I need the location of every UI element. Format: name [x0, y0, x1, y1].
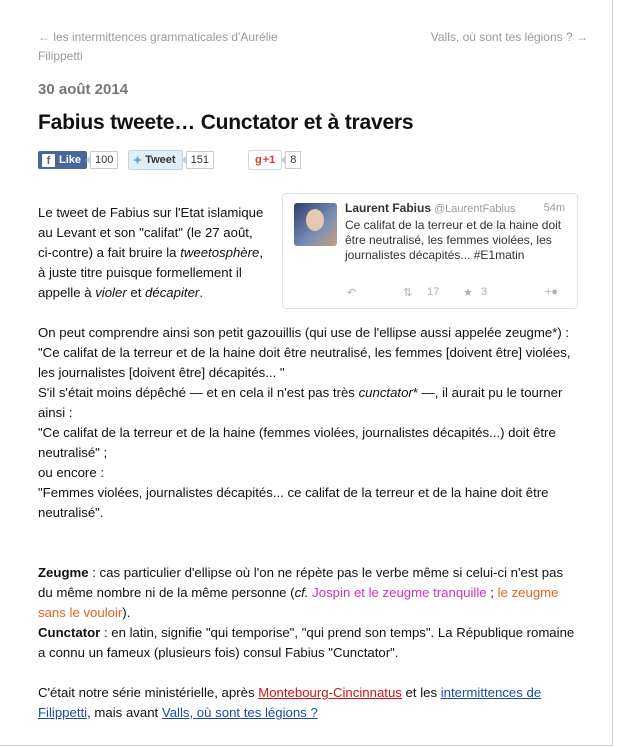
- text-italic: violer: [95, 285, 127, 300]
- paragraph-analysis: On peut comprendre ainsi son petit gazou…: [38, 323, 578, 523]
- facebook-count: 100: [85, 151, 119, 169]
- paragraph-series: C'était notre série ministérielle, après…: [38, 683, 578, 723]
- text: ).: [122, 605, 131, 620]
- favorite-count: 3: [481, 286, 488, 298]
- text: et: [126, 285, 146, 300]
- googleplus-button[interactable]: g +1: [248, 150, 283, 170]
- tweet-author-name: Laurent Fabius: [345, 201, 432, 215]
- post-date: 30 août 2014: [38, 81, 129, 98]
- googleplus-label: +1: [262, 154, 276, 166]
- text: : en latin, signifie "qui temporise", "q…: [38, 625, 575, 660]
- paragraph-definitions: Zeugme : cas particulier d'ellipse où l'…: [38, 563, 578, 663]
- avatar: [294, 203, 337, 246]
- text-italic: cf.: [294, 585, 309, 600]
- twitter-share[interactable]: ✦ Tweet 151: [128, 150, 214, 170]
- reply-icon[interactable]: ↶: [347, 286, 356, 299]
- link-montebourg[interactable]: Montebourg-Cincinnatus: [258, 685, 402, 700]
- prev-post-link[interactable]: ← les intermittences grammaticales d'Aur…: [38, 28, 308, 66]
- tweet-label: Tweet: [145, 154, 176, 166]
- text-italic: décapiter: [145, 285, 200, 300]
- quote: "Ce califat de la terreur et de la haine…: [38, 425, 556, 460]
- text: , mais avant: [87, 705, 162, 720]
- next-post-label: Valls, où sont tes légions ?: [430, 30, 573, 44]
- retweet-icon[interactable]: ⇅: [403, 286, 412, 299]
- googleplus-count: 8: [281, 151, 302, 169]
- tweet-author-handle: @LaurentFabius: [434, 203, 516, 215]
- text: ;: [486, 585, 498, 600]
- tweet-count: 151: [181, 151, 214, 169]
- quote: "Femmes violées, journalistes décapités.…: [38, 485, 549, 520]
- term: Cunctator: [38, 625, 101, 640]
- left-arrow-icon: ←: [38, 30, 50, 44]
- favorite-icon[interactable]: ★: [463, 286, 473, 299]
- definition-zeugme: Zeugme : cas particulier d'ellipse où l'…: [38, 563, 578, 623]
- tweet-button[interactable]: ✦ Tweet: [128, 150, 183, 170]
- twitter-bird-icon: ✦: [133, 154, 143, 167]
- text: S'il s'était moins dépêché — et en cela …: [38, 383, 578, 423]
- definition-cunctator: Cunctator : en latin, signifie "qui temp…: [38, 623, 578, 663]
- embedded-tweet[interactable]: Laurent Fabius @LaurentFabius 54m Ce cali…: [282, 193, 578, 309]
- text-italic: tweetosphère: [180, 245, 260, 260]
- text: et les: [401, 685, 441, 700]
- googleplus-share[interactable]: g +1 8: [248, 150, 302, 170]
- tweet-actions: ↶ ⇅ 17 ★ 3 +●: [345, 286, 567, 302]
- paragraph-intro: Le tweet de Fabius sur l'Etat islamique …: [38, 203, 270, 303]
- term: Zeugme: [38, 565, 89, 580]
- text: C'était notre série ministérielle, après: [38, 685, 259, 700]
- link-valls[interactable]: Valls, où sont tes légions ?: [162, 705, 318, 720]
- tweet-author: Laurent Fabius @LaurentFabius: [345, 201, 516, 215]
- facebook-like-label: Like: [59, 154, 82, 166]
- right-arrow-icon: →: [576, 30, 588, 44]
- facebook-share[interactable]: f Like 100: [38, 150, 119, 170]
- quote: "Ce califat de la terreur et de la haine…: [38, 345, 571, 380]
- prev-post-label: les intermittences grammaticales d'Aurél…: [38, 30, 278, 63]
- tweet-time: 54m: [543, 202, 565, 214]
- next-post-link[interactable]: Valls, où sont tes légions ? →: [431, 28, 588, 47]
- facebook-icon: f: [42, 153, 55, 167]
- link-jospin-zeugme[interactable]: Jospin et le zeugme tranquille: [312, 585, 486, 600]
- text-italic: cunctator: [358, 385, 413, 400]
- googleplus-icon: g: [255, 154, 262, 166]
- text: .: [199, 285, 203, 300]
- text: S'il s'était moins dépêché — et en cela …: [38, 385, 359, 400]
- retweet-count: 17: [427, 286, 440, 298]
- tweet-text: Ce califat de la terreur et de la haine …: [345, 218, 562, 262]
- text: ou encore :: [38, 465, 104, 480]
- post-title: Fabius tweete… Cunctator et à travers: [38, 111, 414, 134]
- text: On peut comprendre ainsi son petit gazou…: [38, 325, 570, 340]
- follow-icon[interactable]: +●: [545, 286, 558, 298]
- facebook-like-button[interactable]: f Like: [38, 151, 88, 169]
